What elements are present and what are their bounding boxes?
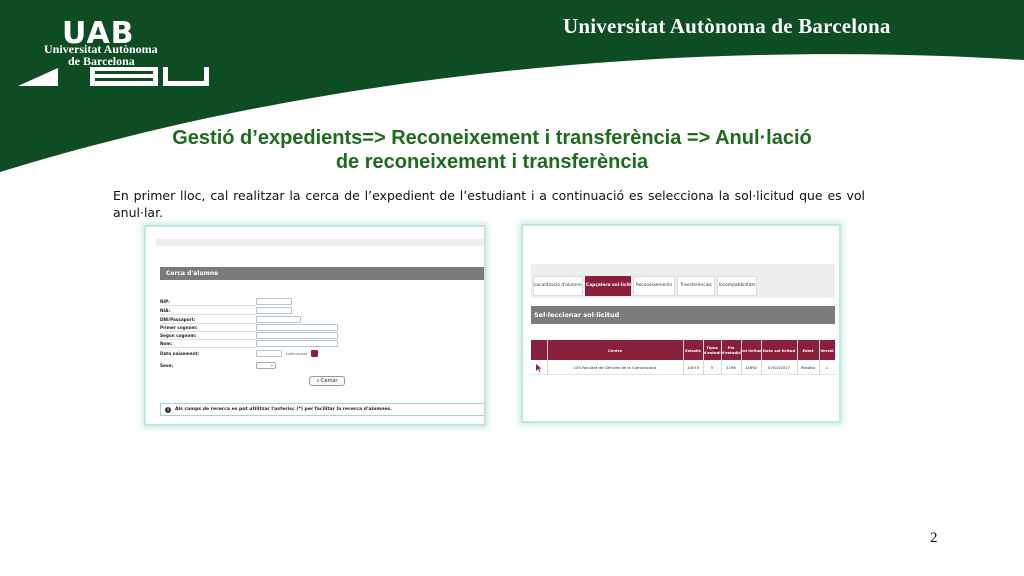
nip-input[interactable]	[256, 298, 292, 305]
cursor-icon	[536, 364, 542, 372]
column-header: Versió	[820, 347, 834, 353]
column-divider	[819, 340, 820, 375]
field-row: Data naixement: (dd/mm/aa)	[160, 350, 340, 358]
field-label: Sexe:	[160, 363, 174, 368]
chevron-down-icon: ⌄	[269, 362, 274, 368]
search-icon: ⌕	[316, 378, 320, 384]
field-row: DNI/Passaport:	[160, 316, 340, 324]
tab-incompatibilities[interactable]: Incompatibilitats	[717, 276, 757, 296]
birth-date-input[interactable]	[256, 350, 282, 357]
search-form-header: Cerca d'alumne	[160, 267, 484, 280]
calendar-icon[interactable]	[311, 350, 318, 357]
date-format-hint: (dd/mm/aa)	[286, 352, 308, 356]
column-header: Sol·licitud	[740, 347, 762, 353]
tab-recognitions[interactable]: Reconeixements	[633, 276, 675, 296]
column-header: Tipus d'estudi	[703, 345, 721, 355]
table-cell: Resolta	[801, 365, 815, 370]
info-note-text: Als camps de recerca es pot utilitzar l'…	[175, 407, 392, 412]
column-header: Estudis	[685, 347, 701, 353]
column-divider	[741, 340, 742, 375]
field-label: Data naixement:	[160, 351, 200, 356]
column-header: Estat	[802, 347, 814, 353]
name-input[interactable]	[256, 340, 338, 347]
table-cell: 07/02/2017	[768, 365, 790, 370]
table-cell: 1196	[726, 365, 736, 370]
column-divider	[761, 340, 762, 375]
row-divider	[160, 314, 256, 315]
uab-logo: UAB Universitat Autònoma de Barcelona	[18, 12, 218, 92]
slide-title: Gestió d’expedients=> Reconeixement i tr…	[92, 126, 892, 174]
row-divider	[160, 347, 256, 348]
table-cell: 105-Facultat de Ciències de la Comunicac…	[573, 365, 657, 370]
column-divider	[721, 340, 722, 375]
page-number: 2	[930, 530, 938, 546]
tab-student-location[interactable]: Localització d'alumne	[533, 276, 583, 296]
tab-transfers[interactable]: Transferències	[677, 276, 715, 296]
table-cell: 14692	[744, 365, 758, 370]
top-bar	[156, 239, 484, 246]
request-selection-screenshot: Localització d'alumne Capçalera sol·lici…	[521, 224, 841, 423]
university-name: Universitat Autònoma de Barcelona	[563, 14, 891, 38]
search-button-label: Cercar	[321, 378, 338, 384]
tab-request-header[interactable]: Capçalera sol·licitud	[585, 276, 636, 296]
info-icon: i	[165, 407, 171, 413]
field-row: Sexe: ⌄	[160, 362, 340, 370]
column-divider	[703, 340, 704, 375]
field-row: Segon cognom:	[160, 332, 340, 340]
sex-select[interactable]: ⌄	[256, 362, 276, 369]
title-line-2: de reconeixement i transferència	[335, 151, 649, 173]
second-surname-input[interactable]	[256, 332, 338, 339]
select-request-header: Sel·leccionar sol·licitud	[531, 306, 835, 324]
search-button[interactable]: ⌕ Cercar	[309, 376, 345, 386]
info-note: i Als camps de recerca es pot utilitzar …	[160, 403, 484, 416]
column-divider	[797, 340, 798, 375]
field-row: Primer cognom:	[160, 324, 340, 332]
field-row: Nom:	[160, 340, 340, 348]
nia-input[interactable]	[256, 307, 292, 314]
dni-input[interactable]	[256, 316, 301, 323]
logo-mark-icon	[18, 67, 209, 86]
first-surname-input[interactable]	[256, 324, 338, 331]
column-header: Centre	[607, 347, 623, 353]
column-header: Data sol·licitud	[762, 347, 796, 353]
column-divider	[683, 340, 684, 375]
table-cell: 5	[710, 365, 714, 370]
table-cell: 10073	[686, 365, 700, 370]
intro-text: En primer lloc, cal realitzar la cerca d…	[113, 188, 865, 220]
student-search-screenshot: Cerca d'alumne NIP: NIA: DNI/Passaport: …	[144, 225, 486, 426]
field-row: NIA:	[160, 307, 340, 315]
field-row: NIP:	[160, 298, 340, 306]
title-line-1: Gestió d’expedients=> Reconeixement i tr…	[172, 127, 812, 149]
row-divider	[160, 305, 256, 306]
column-divider	[547, 340, 548, 375]
column-header: Pla d'estudis	[721, 345, 741, 355]
table-cell: 1	[825, 365, 829, 370]
